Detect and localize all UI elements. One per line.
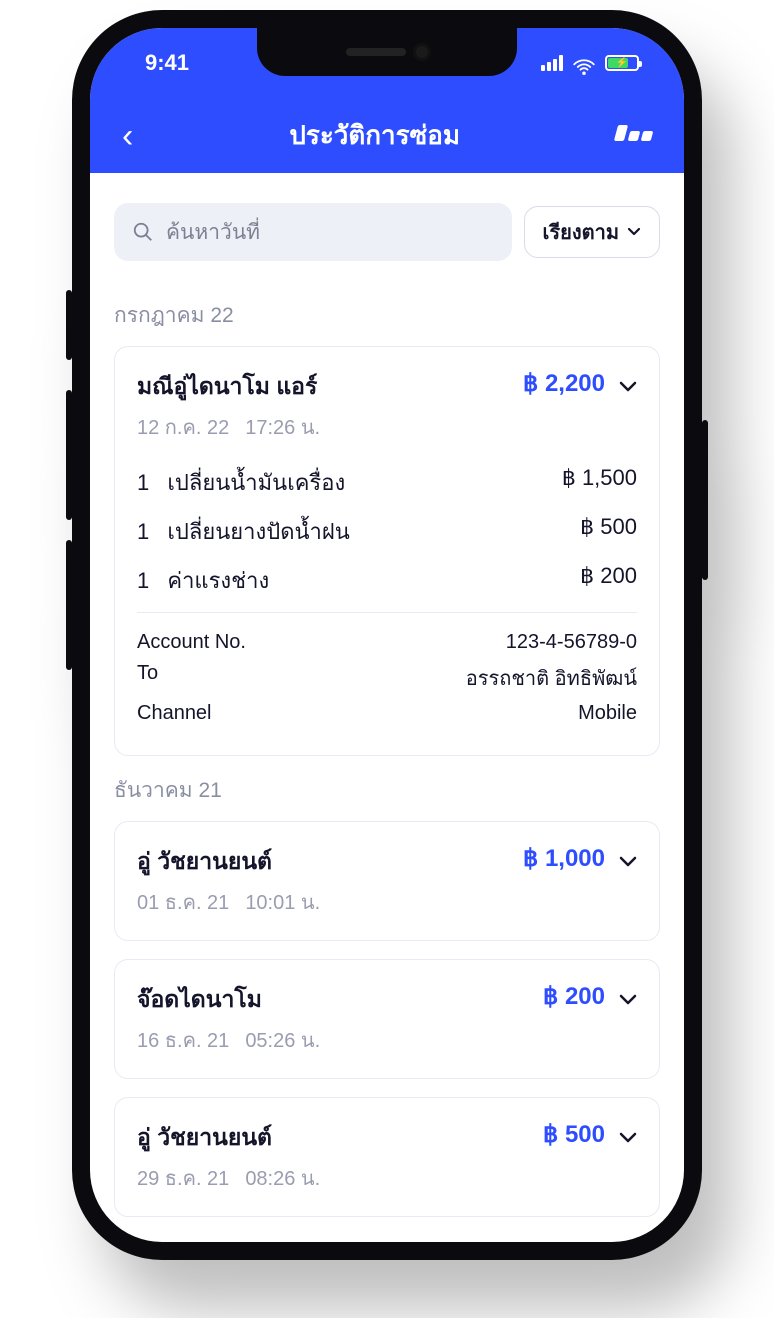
shop-name: มณีอู่ไดนาโม แอร์ [137,369,523,405]
search-input[interactable]: ค้นหาวันที่ [114,203,512,261]
month-header: ธันวาคม 21 [114,774,660,807]
meta-value: อรรถชาติ อิทธิพัฒน์ [466,662,637,694]
line-item: 1 ค่าแรงช่าง฿ 200 [137,563,637,598]
meta-row: Channel Mobile [137,702,637,725]
meta-row: Account No. 123-4-56789-0 [137,631,637,654]
notch [257,28,517,76]
page-title: ประวัติการซ่อม [289,115,460,156]
screen: 9:41 ⚡ ‹ ประวัติการซ่อม [90,28,684,1242]
history-card[interactable]: อู่ วัชยานยนต์ 01 ธ.ค. 2110:01 น.฿ 1,000 [114,821,660,941]
signal-icon [541,55,563,71]
shop-timestamp: 29 ธ.ค. 2108:26 น. [137,1162,543,1194]
chevron-down-icon [619,1132,637,1144]
total-amount: ฿ 2,200 [523,369,605,398]
total-amount: ฿ 1,000 [523,844,605,873]
status-time: 9:41 [145,50,189,76]
line-item-price: ฿ 200 [580,563,637,598]
wifi-icon [573,55,595,71]
month-header: กรกฎาคม 22 [114,299,660,332]
back-button[interactable]: ‹ [122,119,133,153]
sort-label: เรียงตาม [543,216,619,248]
shop-timestamp: 12 ก.ค. 2217:26 น. [137,411,523,443]
line-item: 1 เปลี่ยนยางปัดน้ำฝน฿ 500 [137,514,637,549]
chevron-down-icon [627,227,641,237]
phone-frame: 9:41 ⚡ ‹ ประวัติการซ่อม [72,10,702,1260]
total-amount: ฿ 500 [543,1120,605,1149]
shop-timestamp: 01 ธ.ค. 2110:01 น. [137,886,523,918]
shop-name: อู่ วัชยานยนต์ [137,1120,543,1156]
chevron-down-icon [619,381,637,393]
meta-key: Account No. [137,631,246,654]
line-item: 1 เปลี่ยนน้ำมันเครื่อง฿ 1,500 [137,465,637,500]
search-icon [132,221,154,243]
month-header: เมษายน 21 [114,1235,660,1242]
shop-timestamp: 16 ธ.ค. 2105:26 น. [137,1024,543,1056]
search-placeholder: ค้นหาวันที่ [166,216,260,249]
meta-value: Mobile [578,702,637,725]
meta-row: To อรรถชาติ อิทธิพัฒน์ [137,662,637,694]
shop-name: อู่ วัชยานยนต์ [137,844,523,880]
chevron-down-icon [619,994,637,1006]
line-item-price: ฿ 1,500 [562,465,637,500]
line-item-price: ฿ 500 [580,514,637,549]
content-scroll[interactable]: ค้นหาวันที่ เรียงตาม กรกฎาคม 22 มณีอู่ไดน… [90,173,684,1242]
chevron-down-icon [619,856,637,868]
shop-name: จ๊อดไดนาโม [137,982,543,1018]
meta-value: 123-4-56789-0 [506,631,637,654]
sort-button[interactable]: เรียงตาม [524,206,660,258]
history-card[interactable]: จ๊อดไดนาโม 16 ธ.ค. 2105:26 น.฿ 200 [114,959,660,1079]
total-amount: ฿ 200 [543,982,605,1011]
line-items: 1 เปลี่ยนน้ำมันเครื่อง฿ 1,500 1 เปลี่ยนยา… [137,465,637,725]
app-header: ‹ ประวัติการซ่อม [90,98,684,173]
divider [137,612,637,613]
battery-icon: ⚡ [605,55,639,71]
app-logo-icon [616,131,652,141]
history-card[interactable]: อู่ วัชยานยนต์ 29 ธ.ค. 2108:26 น.฿ 500 [114,1097,660,1217]
meta-key: Channel [137,702,212,725]
meta-key: To [137,662,158,694]
history-card[interactable]: มณีอู่ไดนาโม แอร์ 12 ก.ค. 2217:26 น.฿ 2,2… [114,346,660,756]
